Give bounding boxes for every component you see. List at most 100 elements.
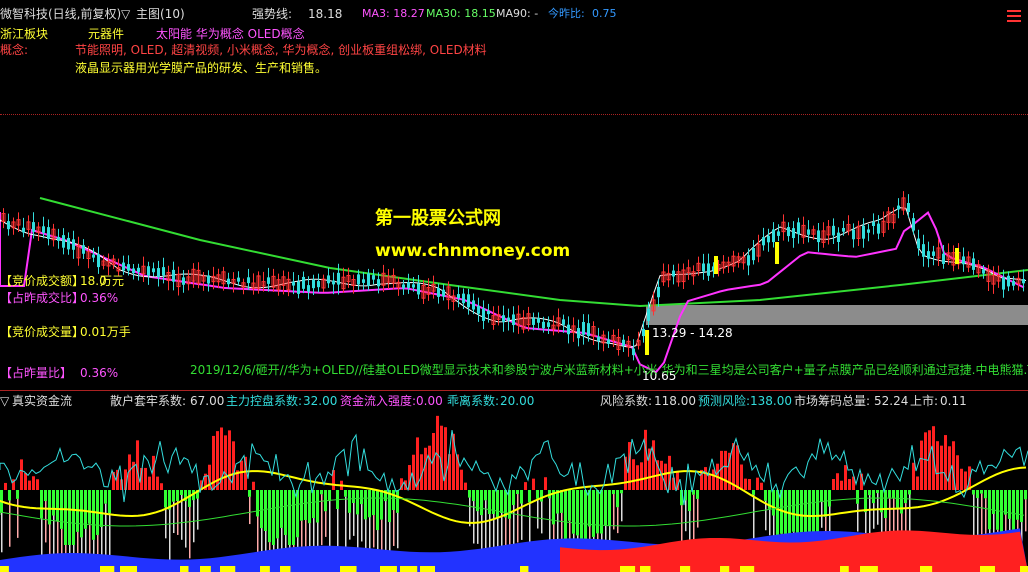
- volume-tick: [981, 493, 983, 539]
- signal-block: [260, 566, 270, 572]
- volume-tick: [517, 494, 519, 543]
- inflow-bar: [960, 468, 963, 490]
- outflow-bar: [100, 490, 103, 527]
- outflow-bar: [816, 490, 819, 534]
- inflow-bar: [160, 483, 163, 490]
- inflow-bar: [940, 445, 943, 490]
- capital-flow-chart[interactable]: [0, 0, 1028, 572]
- volume-tick: [17, 498, 19, 538]
- volume-tick: [1, 512, 3, 553]
- inflow-bar: [756, 477, 759, 490]
- volume-tick: [57, 521, 59, 557]
- outflow-bar: [64, 490, 67, 545]
- signal-block: [420, 566, 435, 572]
- signal-block: [980, 566, 995, 572]
- volume-tick: [505, 517, 507, 547]
- outflow-bar: [364, 490, 367, 520]
- inflow-bar: [956, 455, 959, 490]
- inflow-bar: [720, 450, 723, 490]
- outflow-bar: [104, 490, 107, 504]
- outflow-bar: [296, 490, 299, 538]
- volume-tick: [321, 494, 323, 546]
- inflow-bar: [712, 469, 715, 490]
- outflow-bar: [44, 490, 47, 502]
- volume-tick: [393, 510, 395, 546]
- outflow-bar: [52, 490, 55, 516]
- volume-tick: [557, 513, 559, 540]
- volume-tick: [621, 493, 623, 522]
- inflow-bar: [240, 460, 243, 490]
- volume-tick: [337, 508, 339, 547]
- outflow-bar: [856, 490, 859, 504]
- inflow-bar: [532, 478, 535, 490]
- outflow-bar: [560, 490, 563, 513]
- volume-tick: [685, 500, 687, 532]
- inflow-bar: [704, 467, 707, 490]
- signal-block: [0, 566, 9, 572]
- outflow-bar: [696, 490, 699, 499]
- outflow-bar: [572, 490, 575, 534]
- volume-tick: [373, 515, 375, 548]
- volume-tick: [873, 503, 875, 529]
- inflow-bar: [252, 481, 255, 490]
- volume-tick: [345, 496, 347, 549]
- outflow-bar: [516, 490, 519, 495]
- volume-tick: [349, 512, 351, 540]
- inflow-bar: [632, 459, 635, 490]
- outflow-bar: [468, 490, 471, 498]
- outflow-bar: [904, 490, 907, 504]
- signal-block: [1020, 566, 1028, 572]
- outflow-bar: [824, 490, 827, 517]
- signal-block: [180, 566, 189, 572]
- volume-tick: [1025, 499, 1027, 532]
- outflow-bar: [396, 490, 399, 513]
- outflow-bar: [304, 490, 307, 521]
- signal-block: [220, 566, 236, 572]
- outflow-bar: [72, 490, 75, 545]
- outflow-bar: [976, 490, 979, 499]
- inflow-bar: [964, 471, 967, 490]
- inflow-bar: [148, 476, 151, 490]
- inflow-bar: [748, 479, 751, 490]
- outflow-bar: [344, 490, 347, 497]
- signal-block: [120, 566, 138, 572]
- outflow-bar: [552, 490, 555, 525]
- outflow-bar: [896, 490, 899, 508]
- volume-tick: [317, 522, 319, 549]
- volume-tick: [537, 498, 539, 529]
- volume-tick: [397, 512, 399, 549]
- volume-tick: [485, 500, 487, 554]
- inflow-bar: [24, 473, 27, 490]
- outflow-bar: [828, 490, 831, 507]
- volume-tick: [169, 509, 171, 565]
- outflow-bar: [592, 490, 595, 537]
- outflow-bar: [348, 490, 351, 513]
- outflow-bar: [8, 490, 11, 501]
- volume-tick: [313, 518, 315, 547]
- signal-block: [400, 566, 418, 572]
- outflow-bar: [360, 490, 363, 505]
- inflow-bar: [844, 465, 847, 490]
- outflow-bar: [820, 490, 823, 502]
- outflow-bar: [580, 490, 583, 544]
- signal-block: [520, 566, 529, 572]
- inflow-bar: [412, 454, 415, 490]
- outflow-bar: [588, 490, 591, 527]
- volume-tick: [693, 494, 695, 546]
- outflow-bar: [908, 490, 911, 495]
- inflow-bar: [460, 469, 463, 490]
- outflow-bar: [512, 490, 515, 506]
- signal-block: [380, 566, 397, 572]
- outflow-bar: [796, 490, 799, 533]
- outflow-bar: [484, 490, 487, 501]
- outflow-bar: [568, 490, 571, 521]
- volume-tick: [249, 496, 251, 525]
- inflow-bar: [28, 480, 31, 490]
- inflow-bar: [424, 447, 427, 490]
- outflow-bar: [528, 490, 531, 503]
- outflow-bar: [888, 490, 891, 498]
- outflow-bar: [176, 490, 179, 502]
- outflow-bar: [280, 490, 283, 528]
- volume-tick: [529, 502, 531, 544]
- inflow-bar: [924, 432, 927, 490]
